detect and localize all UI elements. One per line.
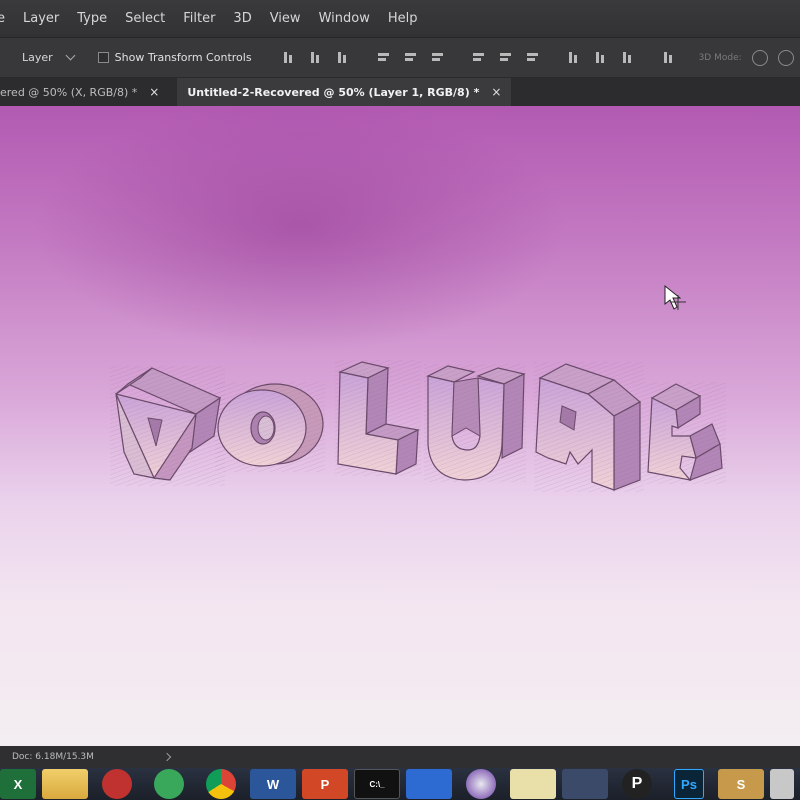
menu-select[interactable]: Select [125, 11, 165, 26]
transform-controls-label: Show Transform Controls [114, 51, 252, 64]
tab-label: Untitled-2-Recovered @ 50% (Layer 1, RGB… [187, 85, 480, 99]
app-icon: S [736, 776, 746, 792]
menu-type[interactable]: Type [77, 11, 107, 26]
taskbar-p-app[interactable]: P [622, 769, 652, 799]
app-icon: P [631, 775, 643, 792]
taskbar-s-app[interactable]: S [718, 769, 764, 799]
canvas-artwork [110, 284, 726, 492]
align-vertical-center-icon[interactable] [309, 51, 323, 65]
3d-mode-label: 3D Mode: [698, 52, 742, 63]
taskbar-notes[interactable] [510, 769, 556, 799]
distribute-vertical-center-icon[interactable] [499, 51, 513, 65]
windows-taskbar: X W P C:\_ P Ps S [0, 768, 800, 800]
taskbar-moon-app[interactable] [562, 769, 608, 799]
show-transform-controls[interactable]: Show Transform Controls [97, 51, 252, 64]
taskbar-photoshop[interactable]: Ps [674, 769, 704, 799]
letter-m [534, 362, 644, 492]
align-horizontal-center-icon[interactable] [404, 51, 418, 65]
taskbar-red-app[interactable] [102, 769, 132, 799]
align-bottom-icon[interactable] [336, 51, 350, 65]
taskbar-powerpoint[interactable]: P [302, 769, 348, 799]
close-icon[interactable]: × [491, 85, 501, 99]
align-right-icon[interactable] [431, 51, 445, 65]
taskbar-other-app[interactable] [770, 769, 794, 799]
document-tabs: ered @ 50% (X, RGB/8) * × Untitled-2-Rec… [0, 78, 800, 106]
menu-edit[interactable]: e [0, 11, 5, 26]
mouse-cursor [664, 284, 686, 310]
align-top-icon[interactable] [282, 51, 296, 65]
photoshop-icon: Ps [681, 776, 697, 792]
auto-select-value: Layer [22, 51, 53, 64]
distribute-top-icon[interactable] [472, 51, 486, 65]
document-canvas[interactable] [0, 106, 800, 746]
menu-window[interactable]: Window [319, 11, 370, 26]
3d-orbit-icon[interactable] [751, 49, 768, 66]
taskbar-cmd[interactable]: C:\_ [354, 769, 400, 799]
excel-icon: X [13, 776, 23, 792]
chevron-down-icon [65, 50, 76, 61]
tab-document-2[interactable]: Untitled-2-Recovered @ 50% (Layer 1, RGB… [177, 78, 512, 106]
letter-v [110, 366, 225, 486]
distribute-right-icon[interactable] [621, 51, 635, 65]
taskbar-chrome[interactable] [206, 769, 236, 799]
tab-document-1[interactable]: ered @ 50% (X, RGB/8) * × [0, 78, 170, 106]
taskbar-folder[interactable] [42, 769, 88, 799]
taskbar-purple-app[interactable] [466, 769, 496, 799]
3d-roll-icon[interactable] [777, 49, 794, 66]
auto-align-icon[interactable] [662, 51, 676, 65]
menu-filter[interactable]: Filter [183, 11, 215, 26]
terminal-icon: C:\_ [369, 779, 385, 789]
close-icon[interactable]: × [149, 85, 159, 99]
powerpoint-icon: P [320, 776, 330, 792]
align-toolbar [282, 51, 689, 65]
distribute-horizontal-center-icon[interactable] [594, 51, 608, 65]
letter-e [644, 382, 726, 484]
menu-layer[interactable]: Layer [23, 11, 59, 26]
letter-u [424, 364, 526, 482]
taskbar-excel[interactable]: X [0, 769, 36, 799]
taskbar-blue-app[interactable] [406, 769, 452, 799]
distribute-left-icon[interactable] [567, 51, 581, 65]
menu-bar: e Layer Type Select Filter 3D View Windo… [0, 0, 800, 38]
chevron-right-icon[interactable] [162, 752, 172, 762]
taskbar-word[interactable]: W [250, 769, 296, 799]
menu-3d[interactable]: 3D [233, 11, 251, 26]
auto-select-dropdown[interactable]: Layer [22, 50, 76, 64]
letter-o [215, 382, 325, 472]
menu-help[interactable]: Help [388, 11, 418, 26]
options-bar: Layer Show Transform Controls 3D Mode: [0, 38, 800, 78]
menu-view[interactable]: View [270, 11, 301, 26]
word-icon: W [266, 776, 280, 792]
document-size: Doc: 6.18M/15.3M [12, 752, 94, 762]
transform-controls-checkbox[interactable] [97, 52, 109, 63]
status-bar: Doc: 6.18M/15.3M [0, 746, 800, 768]
photoshop-window: e Layer Type Select Filter 3D View Windo… [0, 0, 800, 800]
letter-l [335, 360, 421, 476]
tab-label: ered @ 50% (X, RGB/8) * [0, 85, 138, 99]
taskbar-green-app[interactable] [154, 769, 184, 799]
align-left-icon[interactable] [377, 51, 391, 65]
distribute-bottom-icon[interactable] [526, 51, 540, 65]
